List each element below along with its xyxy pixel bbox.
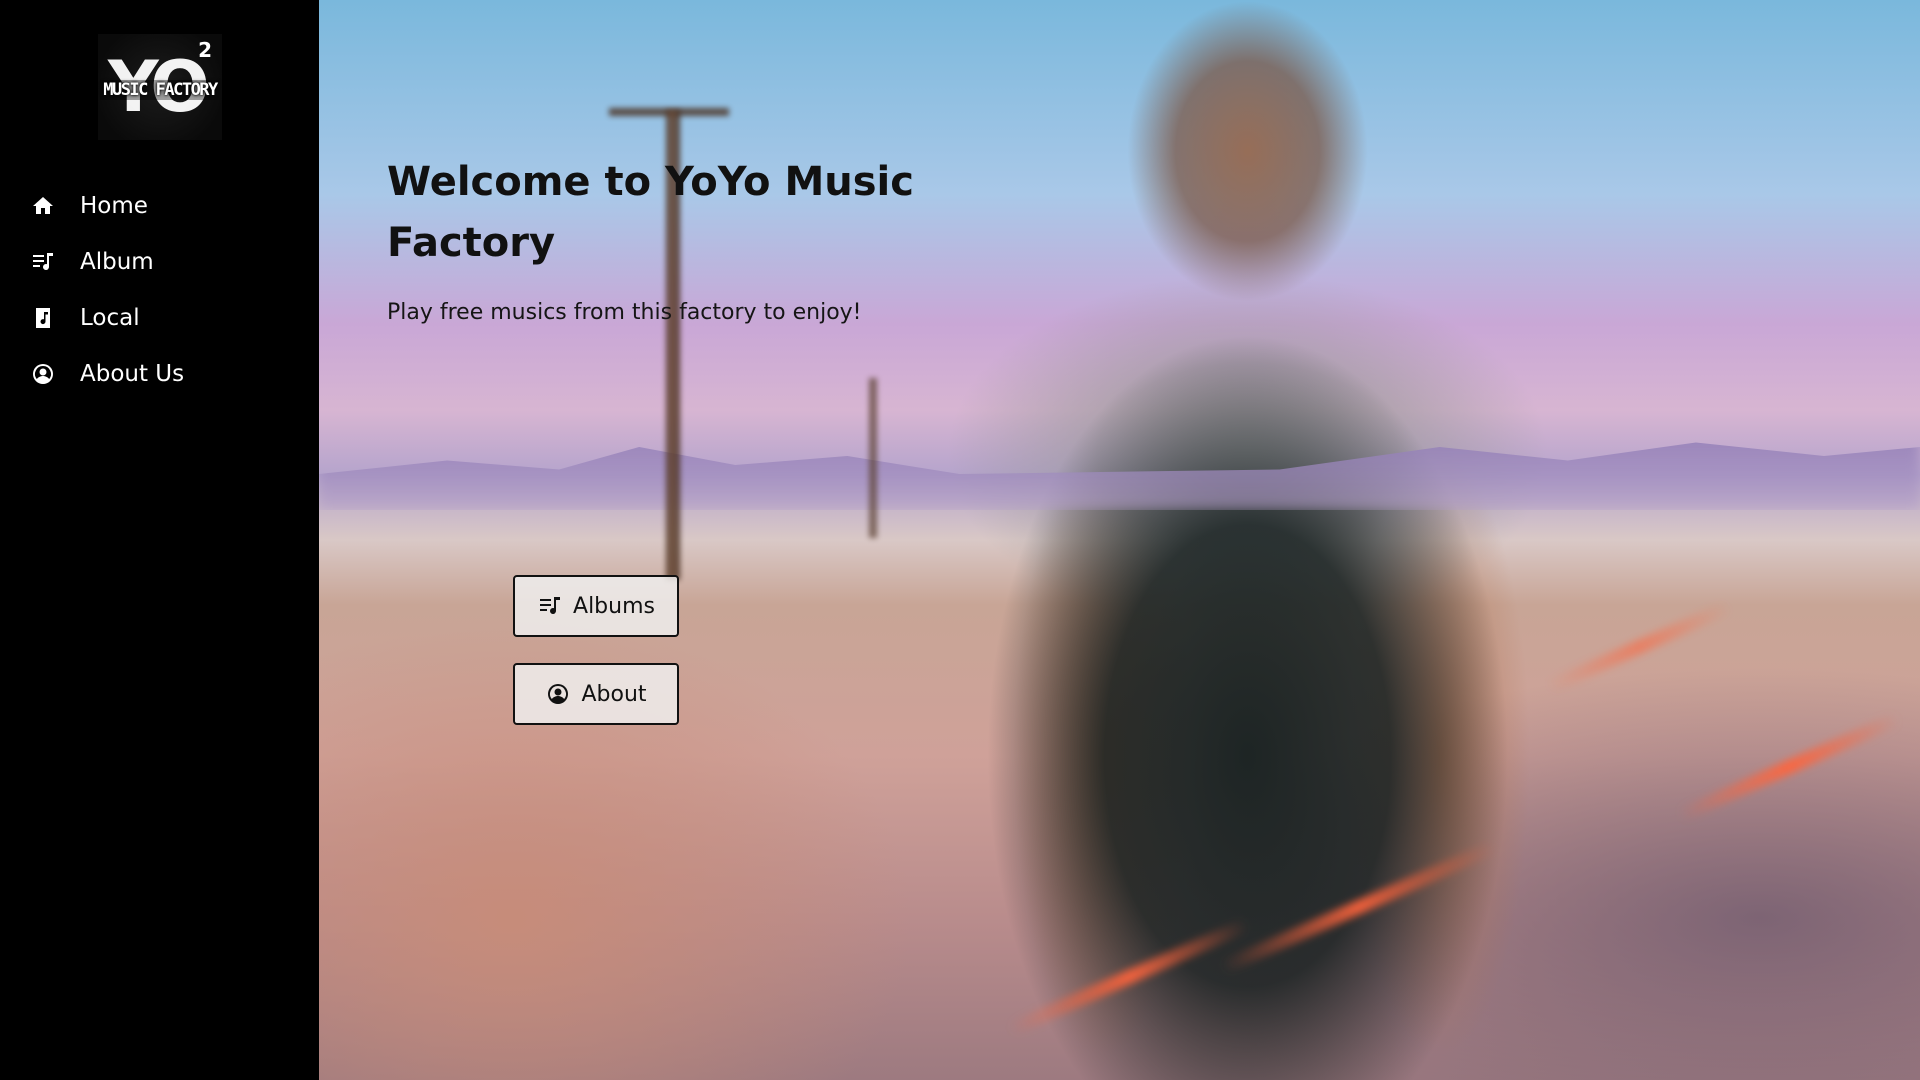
- user-circle-icon: [30, 361, 56, 387]
- playlist-music-icon: [30, 249, 56, 275]
- user-circle-icon: [545, 681, 571, 707]
- home-icon: [30, 193, 56, 219]
- logo[interactable]: YO 2 MUSIC FACTORY: [98, 34, 222, 140]
- light-streak: [1007, 917, 1251, 1037]
- sidebar-item-label: About Us: [80, 361, 185, 387]
- logo-text: MUSIC FACTORY: [100, 80, 220, 100]
- page-subtitle: Play free musics from this factory to en…: [387, 300, 862, 325]
- sidebar-item-about-us[interactable]: About Us: [30, 346, 310, 402]
- page-title: Welcome to YoYo Music Factory: [387, 159, 914, 266]
- albums-button-label: Albums: [573, 593, 655, 619]
- about-button-label: About: [581, 681, 647, 707]
- hero-section: Welcome to YoYo Music Factory Play free …: [319, 0, 1920, 1080]
- sidebar-item-label: Local: [80, 305, 140, 331]
- sidebar-item-home[interactable]: Home: [30, 178, 310, 234]
- albums-button[interactable]: Albums: [513, 575, 679, 637]
- playlist-music-icon: [537, 593, 563, 619]
- light-streak: [1544, 599, 1734, 695]
- background-pole-distant: [869, 378, 877, 538]
- sidebar-item-label: Home: [80, 193, 148, 219]
- sidebar-item-local[interactable]: Local: [30, 290, 310, 346]
- sidebar-item-album[interactable]: Album: [30, 234, 310, 290]
- sidebar: YO 2 MUSIC FACTORY Home Album Local Abou…: [0, 0, 319, 1080]
- sidebar-item-label: Album: [80, 249, 154, 275]
- music-file-icon: [30, 305, 56, 331]
- light-streak: [1676, 711, 1902, 823]
- logo-superscript: 2: [198, 38, 212, 62]
- light-streak: [1219, 839, 1499, 975]
- about-button[interactable]: About: [513, 663, 679, 725]
- sidebar-nav: Home Album Local About Us: [30, 178, 310, 402]
- background-mountains: [319, 442, 1920, 510]
